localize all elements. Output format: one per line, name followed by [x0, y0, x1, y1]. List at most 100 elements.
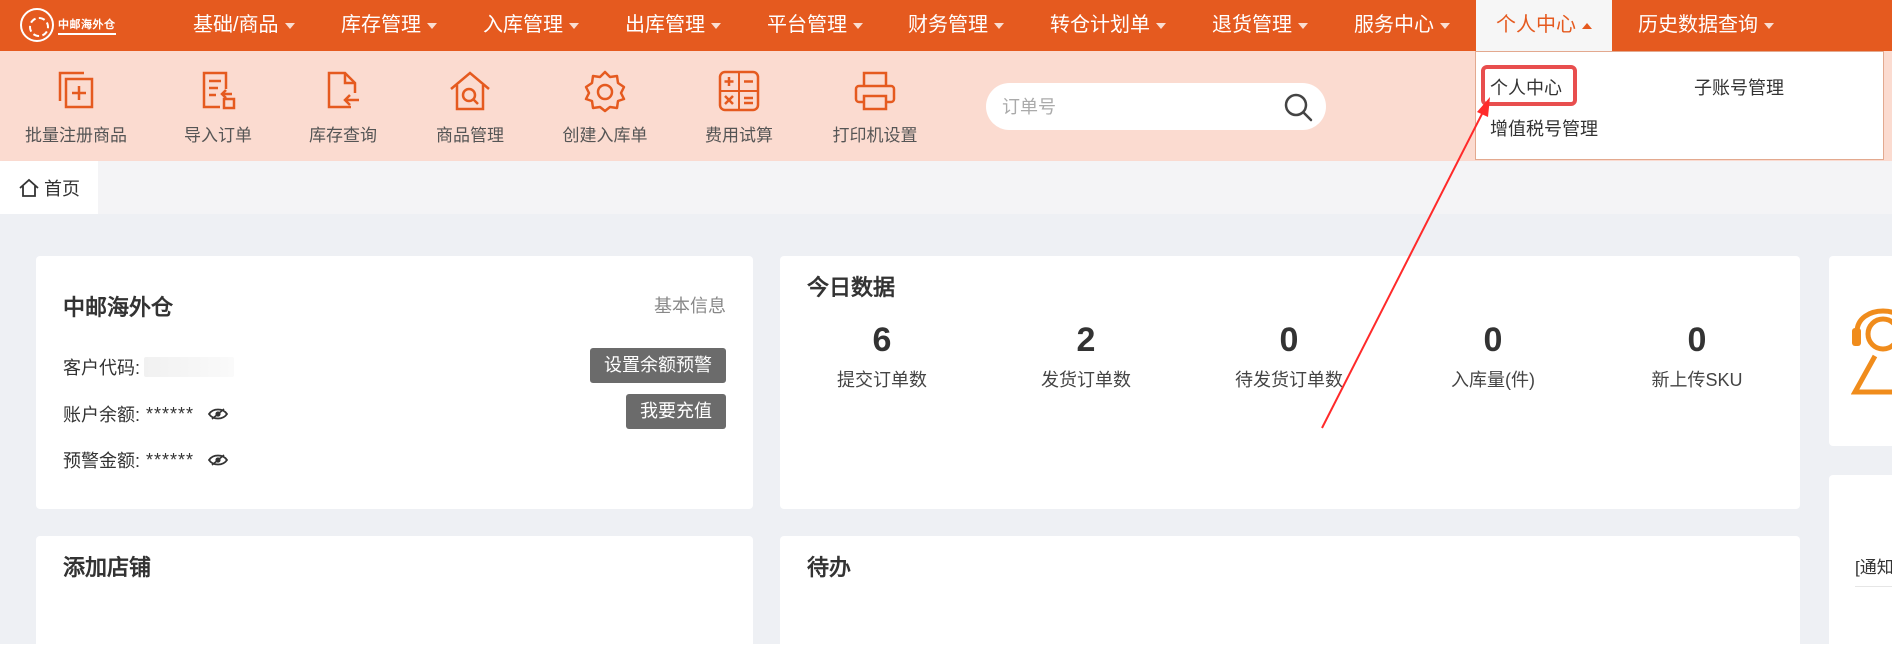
stat-value: 2: [1076, 321, 1096, 359]
tool-inventory-query[interactable]: 库存查询: [303, 51, 383, 161]
stat-value: 0: [1483, 321, 1503, 359]
balance-value: ******: [146, 403, 195, 424]
today-data-title: 今日数据: [807, 275, 896, 300]
stat-label: 入库量(件): [1451, 370, 1535, 390]
tool-create-inbound[interactable]: 创建入库单: [555, 51, 655, 161]
tab-home-label: 首页: [44, 178, 80, 199]
tool-batch-register[interactable]: 批量注册商品: [22, 51, 130, 161]
stat-submitted-orders[interactable]: 6 提交订单数: [802, 320, 962, 392]
notice-card: [通知: [1829, 475, 1892, 665]
chevron-down-icon: [711, 22, 721, 29]
stat-value: 0: [1687, 321, 1707, 359]
nav-item-service-center[interactable]: 服务中心: [1354, 0, 1450, 51]
order-search: [986, 83, 1326, 130]
chevron-down-icon: [1156, 22, 1166, 29]
tool-import-order[interactable]: 导入订单: [178, 51, 258, 161]
nav-item-personal-center[interactable]: 个人中心: [1476, 0, 1612, 51]
account-card: 中邮海外仓 基本信息 客户代码: 账户余额: ****** 预警金额: ****…: [36, 256, 753, 509]
batch-register-icon: [58, 71, 94, 109]
warning-amount-row: 预警金额: ******: [63, 447, 229, 473]
warning-amount-value: ******: [146, 449, 195, 470]
tab-bar: 首页: [0, 161, 1892, 214]
nav-item-platform[interactable]: 平台管理: [767, 0, 863, 51]
eye-hidden-icon[interactable]: [208, 407, 229, 421]
stat-label: 待发货订单数: [1235, 370, 1343, 390]
tool-label: 创建入库单: [562, 126, 648, 145]
top-nav-bar: 中邮海外仓 基础/商品 库存管理 入库管理 出库管理 平台管理 财务管理 转仓计…: [0, 0, 1892, 51]
tab-home[interactable]: 首页: [0, 161, 98, 214]
printer-icon: [854, 71, 896, 111]
customer-service-card: [1829, 256, 1892, 446]
customer-code-row: 客户代码:: [63, 354, 235, 380]
warning-amount-label: 预警金额:: [63, 451, 141, 471]
chevron-down-icon: [569, 22, 579, 29]
today-data-card: 今日数据 6 提交订单数 2 发货订单数 0 待发货订单数 0 入库量(件) 0…: [780, 256, 1800, 509]
notice-item[interactable]: [通知: [1855, 553, 1892, 578]
stat-label: 提交订单数: [837, 370, 927, 390]
add-store-card: 添加店铺: [36, 536, 753, 666]
tool-fee-estimate[interactable]: 费用试算: [699, 51, 779, 161]
add-store-title: 添加店铺: [63, 555, 152, 580]
chevron-down-icon: [994, 22, 1004, 29]
menu-item-personal-center[interactable]: 个人中心: [1490, 74, 1562, 100]
nav-item-outbound[interactable]: 出库管理: [625, 0, 721, 51]
nav-item-returns[interactable]: 退货管理: [1212, 0, 1308, 51]
chevron-down-icon: [1764, 22, 1774, 29]
import-order-icon: [202, 71, 236, 110]
tool-label: 打印机设置: [832, 126, 918, 145]
search-icon[interactable]: [1282, 91, 1314, 123]
stat-new-sku[interactable]: 0 新上传SKU: [1617, 320, 1777, 392]
customer-service-icon[interactable]: [1851, 296, 1892, 406]
calculator-icon: [718, 70, 760, 112]
stat-value: 0: [1279, 321, 1299, 359]
order-number-search-input[interactable]: [1000, 91, 1264, 123]
menu-item-vat-number[interactable]: 增值税号管理: [1490, 115, 1598, 141]
tool-label: 批量注册商品: [25, 126, 127, 145]
nav-item-inventory[interactable]: 库存管理: [341, 0, 437, 51]
recharge-button[interactable]: 我要充值: [626, 394, 726, 429]
nav-item-basic-goods[interactable]: 基础/商品: [193, 0, 295, 51]
inventory-query-icon: [327, 71, 359, 109]
todo-card: 待办: [780, 536, 1800, 666]
customer-code-label: 客户代码:: [63, 358, 141, 378]
chevron-up-icon: [1582, 22, 1592, 29]
stat-label: 新上传SKU: [1651, 370, 1743, 390]
eye-hidden-icon[interactable]: [208, 453, 229, 467]
nav-item-finance[interactable]: 财务管理: [908, 0, 1004, 51]
chevron-down-icon: [1298, 22, 1308, 29]
nav-item-transfer-plan[interactable]: 转仓计划单: [1050, 0, 1166, 51]
stat-inbound-quantity[interactable]: 0 入库量(件): [1413, 320, 1573, 392]
tool-printer-settings[interactable]: 打印机设置: [825, 51, 925, 161]
nav-item-inbound[interactable]: 入库管理: [483, 0, 579, 51]
logo[interactable]: 中邮海外仓: [20, 6, 145, 44]
chevron-down-icon: [1440, 22, 1450, 29]
basic-info-link[interactable]: 基本信息: [654, 292, 726, 318]
balance-row: 账户余额: ******: [63, 401, 229, 427]
chevron-down-icon: [427, 22, 437, 29]
account-card-title: 中邮海外仓: [63, 295, 174, 320]
home-icon: [19, 178, 39, 197]
logo-mark-icon: [20, 8, 54, 42]
logo-text: 中邮海外仓: [58, 16, 116, 35]
product-manage-icon: [450, 71, 490, 111]
dashboard-content: 中邮海外仓 基本信息 客户代码: 账户余额: ****** 预警金额: ****…: [0, 214, 1892, 666]
divider: [1855, 586, 1892, 587]
stat-value: 6: [872, 321, 892, 359]
nav-item-history-query[interactable]: 历史数据查询: [1638, 0, 1774, 51]
balance-label: 账户余额:: [63, 405, 141, 425]
tool-label: 库存查询: [309, 126, 377, 145]
stat-label: 发货订单数: [1041, 370, 1131, 390]
set-balance-warning-button[interactable]: 设置余额预警: [590, 348, 726, 383]
customer-code-redacted: [144, 357, 235, 377]
tool-product-manage[interactable]: 商品管理: [430, 51, 510, 161]
todo-title: 待办: [807, 555, 852, 580]
chevron-down-icon: [853, 22, 863, 29]
menu-item-sub-accounts[interactable]: 子账号管理: [1694, 74, 1784, 100]
tool-label: 商品管理: [436, 126, 504, 145]
tool-label: 费用试算: [705, 126, 773, 145]
personal-center-dropdown: 个人中心 子账号管理 增值税号管理: [1475, 51, 1884, 160]
stat-shipped-orders[interactable]: 2 发货订单数: [1006, 320, 1166, 392]
gear-icon: [584, 70, 626, 113]
stat-pending-orders[interactable]: 0 待发货订单数: [1209, 320, 1369, 392]
chevron-down-icon: [284, 22, 295, 29]
